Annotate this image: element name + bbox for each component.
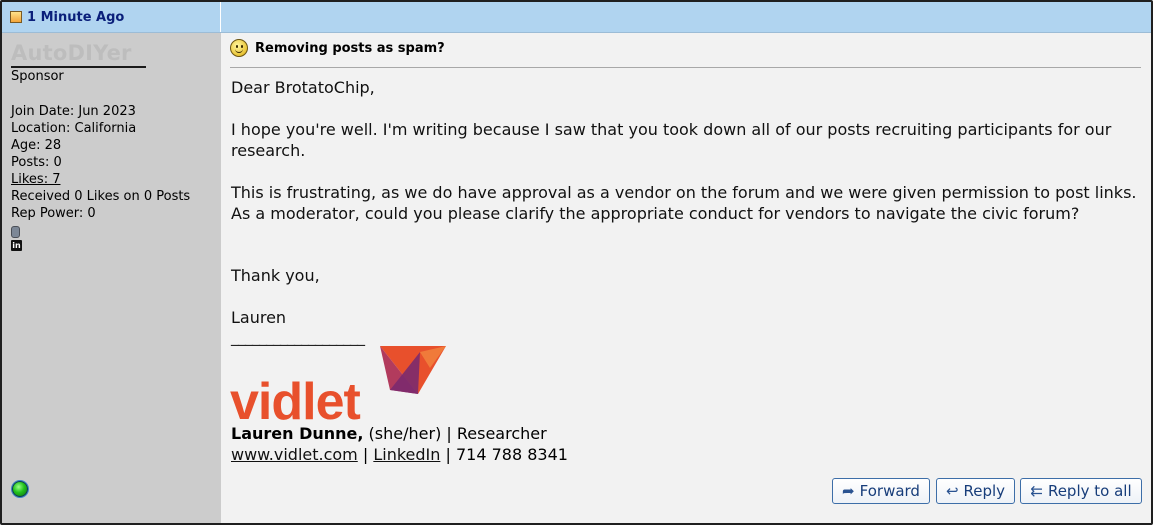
author-posts: Posts: 0 (11, 155, 62, 170)
message-paragraph-2: This is frustrating, as we do have appro… (231, 183, 1137, 223)
author-received-likes: Received 0 Likes on 0 Posts (11, 189, 191, 204)
post-icon (10, 11, 22, 23)
post-subject: Removing posts as spam? (255, 40, 445, 56)
author-title: Sponsor (11, 69, 64, 84)
signature-name-row: Lauren Dunne, (she/her) | Researcher (231, 423, 547, 444)
signature-separator: | (357, 445, 374, 464)
reply-arrow-icon: ↩ (945, 482, 959, 500)
post-timestamp: 1 Minute Ago (27, 9, 125, 25)
post-header: 1 Minute Ago (2, 2, 1151, 33)
forward-button[interactable]: ➦ Forward (832, 478, 930, 504)
post-content: Removing posts as spam? Dear BrotatoChip… (221, 33, 1151, 523)
message-paragraph-1: I hope you're well. I'm writing because … (231, 120, 1112, 160)
signature-links-row: www.vidlet.com | LinkedIn | 714 788 8341 (231, 444, 568, 465)
signature-phone: | 714 788 8341 (440, 445, 568, 464)
signature-linkedin-link[interactable]: LinkedIn (373, 445, 440, 464)
linkedin-icon[interactable]: in (11, 240, 22, 251)
reply-all-arrow-icon: ⇇ (1030, 482, 1043, 500)
reply-button[interactable]: ↩ Reply (936, 478, 1015, 504)
smiley-icon (230, 39, 248, 57)
author-rep-power: Rep Power: 0 (11, 206, 96, 221)
forum-post: 1 Minute Ago AutoDIYer Sponsor Join Date… (0, 0, 1153, 525)
reputation-icon (11, 226, 20, 238)
post-header-left: 1 Minute Ago (2, 2, 221, 32)
reply-button-label: Reply (963, 482, 1006, 500)
signature-role: (she/her) | Researcher (363, 424, 547, 443)
online-status-icon (12, 481, 28, 497)
author-location: Location: California (11, 121, 137, 136)
author-sidebar: AutoDIYer Sponsor Join Date: Jun 2023 Lo… (2, 33, 220, 523)
vidlet-logo-text: vidlet (230, 373, 360, 422)
forward-button-label: Forward (859, 482, 920, 500)
post-subject-row: Removing posts as spam? (230, 39, 445, 57)
author-username[interactable]: AutoDIYer (11, 41, 146, 68)
signature-name: Lauren Dunne, (231, 424, 364, 443)
reply-all-button-label: Reply to all (1047, 482, 1132, 500)
message-greeting: Dear BrotatoChip, (231, 78, 375, 97)
author-age: Age: 28 (11, 138, 62, 153)
author-likes-link[interactable]: Likes: 7 (11, 172, 60, 187)
author-join-date: Join Date: Jun 2023 (11, 104, 136, 119)
signature-divider-line: ___________________ (231, 327, 365, 346)
vidlet-logo: vidlet (230, 346, 446, 422)
message-signoff: Lauren (231, 308, 287, 327)
forward-arrow-icon: ➦ (842, 482, 855, 500)
author-info: Join Date: Jun 2023 Location: California… (11, 103, 190, 251)
signature-website-link[interactable]: www.vidlet.com (231, 445, 358, 464)
subject-divider (230, 67, 1141, 68)
reply-all-button[interactable]: ⇇ Reply to all (1020, 478, 1142, 504)
message-closing: Thank you, (231, 266, 320, 285)
